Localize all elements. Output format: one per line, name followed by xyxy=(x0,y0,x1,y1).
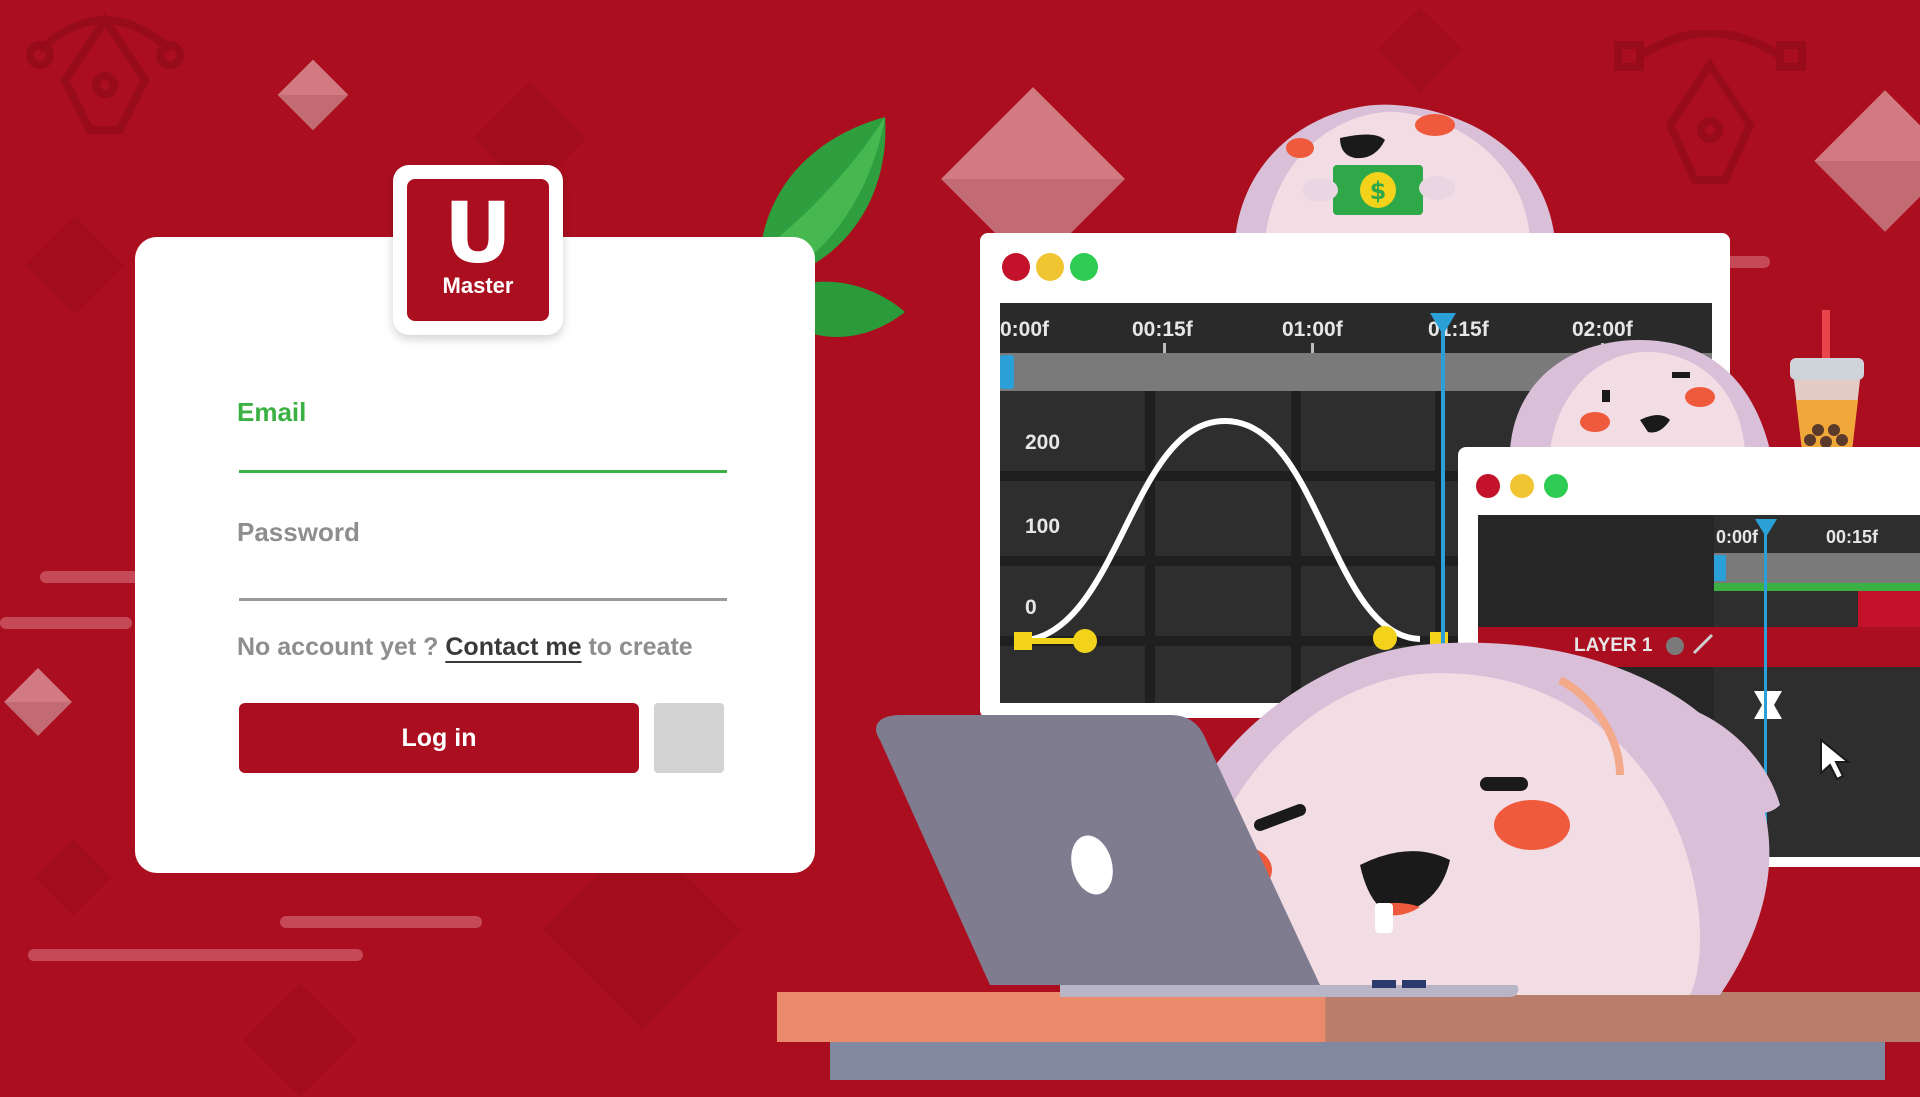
layer-duration-bar[interactable] xyxy=(1714,583,1920,591)
boba-drink-illustration xyxy=(1790,310,1864,450)
signup-suffix: to create xyxy=(581,633,693,661)
logo-mark: U Master xyxy=(407,179,549,321)
desk-front xyxy=(830,1042,1885,1080)
email-label: Email xyxy=(237,397,307,427)
logo-letter: U xyxy=(443,184,513,282)
logo-word: Master xyxy=(442,273,514,298)
value-label: 0 xyxy=(1025,596,1037,619)
pen-tool-icon xyxy=(1614,30,1806,184)
bg-streak xyxy=(28,949,363,961)
playhead-handle[interactable] xyxy=(1755,519,1777,537)
time-tick: 01:00f xyxy=(1282,318,1343,341)
logo: U Master xyxy=(393,165,563,335)
window-maximize-dot[interactable] xyxy=(1070,253,1098,281)
time-tick: 00:15f xyxy=(1132,318,1193,341)
cursor-icon xyxy=(1820,737,1851,781)
bg-diamond xyxy=(1377,7,1463,93)
window-minimize-dot[interactable] xyxy=(1510,474,1534,498)
contact-link[interactable]: Contact me xyxy=(445,633,581,661)
bg-diamond xyxy=(277,59,349,131)
signup-prompt: No account yet ? Contact me to create xyxy=(237,633,693,662)
window-close-dot[interactable] xyxy=(1002,253,1030,281)
pen-tool-icon xyxy=(26,12,184,134)
money-symbol: $ xyxy=(1370,177,1387,205)
password-label: Password xyxy=(237,517,360,547)
window-minimize-dot[interactable] xyxy=(1036,253,1064,281)
bg-diamond xyxy=(33,838,112,917)
bg-streak xyxy=(40,571,140,583)
work-area-handle[interactable] xyxy=(1714,555,1726,581)
bg-streak xyxy=(280,916,482,928)
password-input[interactable] xyxy=(239,598,727,601)
signup-prefix: No account yet ? xyxy=(237,633,446,661)
laptop-illustration xyxy=(876,715,1519,997)
work-area-bar[interactable] xyxy=(1714,553,1920,583)
window-close-dot[interactable] xyxy=(1476,474,1500,498)
email-input[interactable] xyxy=(239,470,727,473)
playhead-handle[interactable] xyxy=(1430,313,1456,335)
secondary-button[interactable] xyxy=(654,703,724,773)
time-tick: 0:00f xyxy=(1000,318,1050,341)
bg-diamond xyxy=(25,215,125,315)
window-maximize-dot[interactable] xyxy=(1544,474,1568,498)
bunny-money-illustration: $ xyxy=(1235,104,1555,240)
layer-marker xyxy=(1858,591,1920,627)
bg-streak xyxy=(0,617,132,629)
bunny-peeking-illustration xyxy=(1510,340,1770,450)
value-label: 200 xyxy=(1025,431,1061,454)
login-button[interactable]: Log in xyxy=(239,703,639,773)
bg-diamond xyxy=(1814,90,1920,232)
time-tick: 00:15f xyxy=(1826,527,1879,547)
bg-diamond xyxy=(4,668,72,736)
work-area-handle[interactable] xyxy=(1000,355,1014,389)
value-label: 100 xyxy=(1025,515,1061,538)
time-tick: 0:00f xyxy=(1716,527,1759,547)
